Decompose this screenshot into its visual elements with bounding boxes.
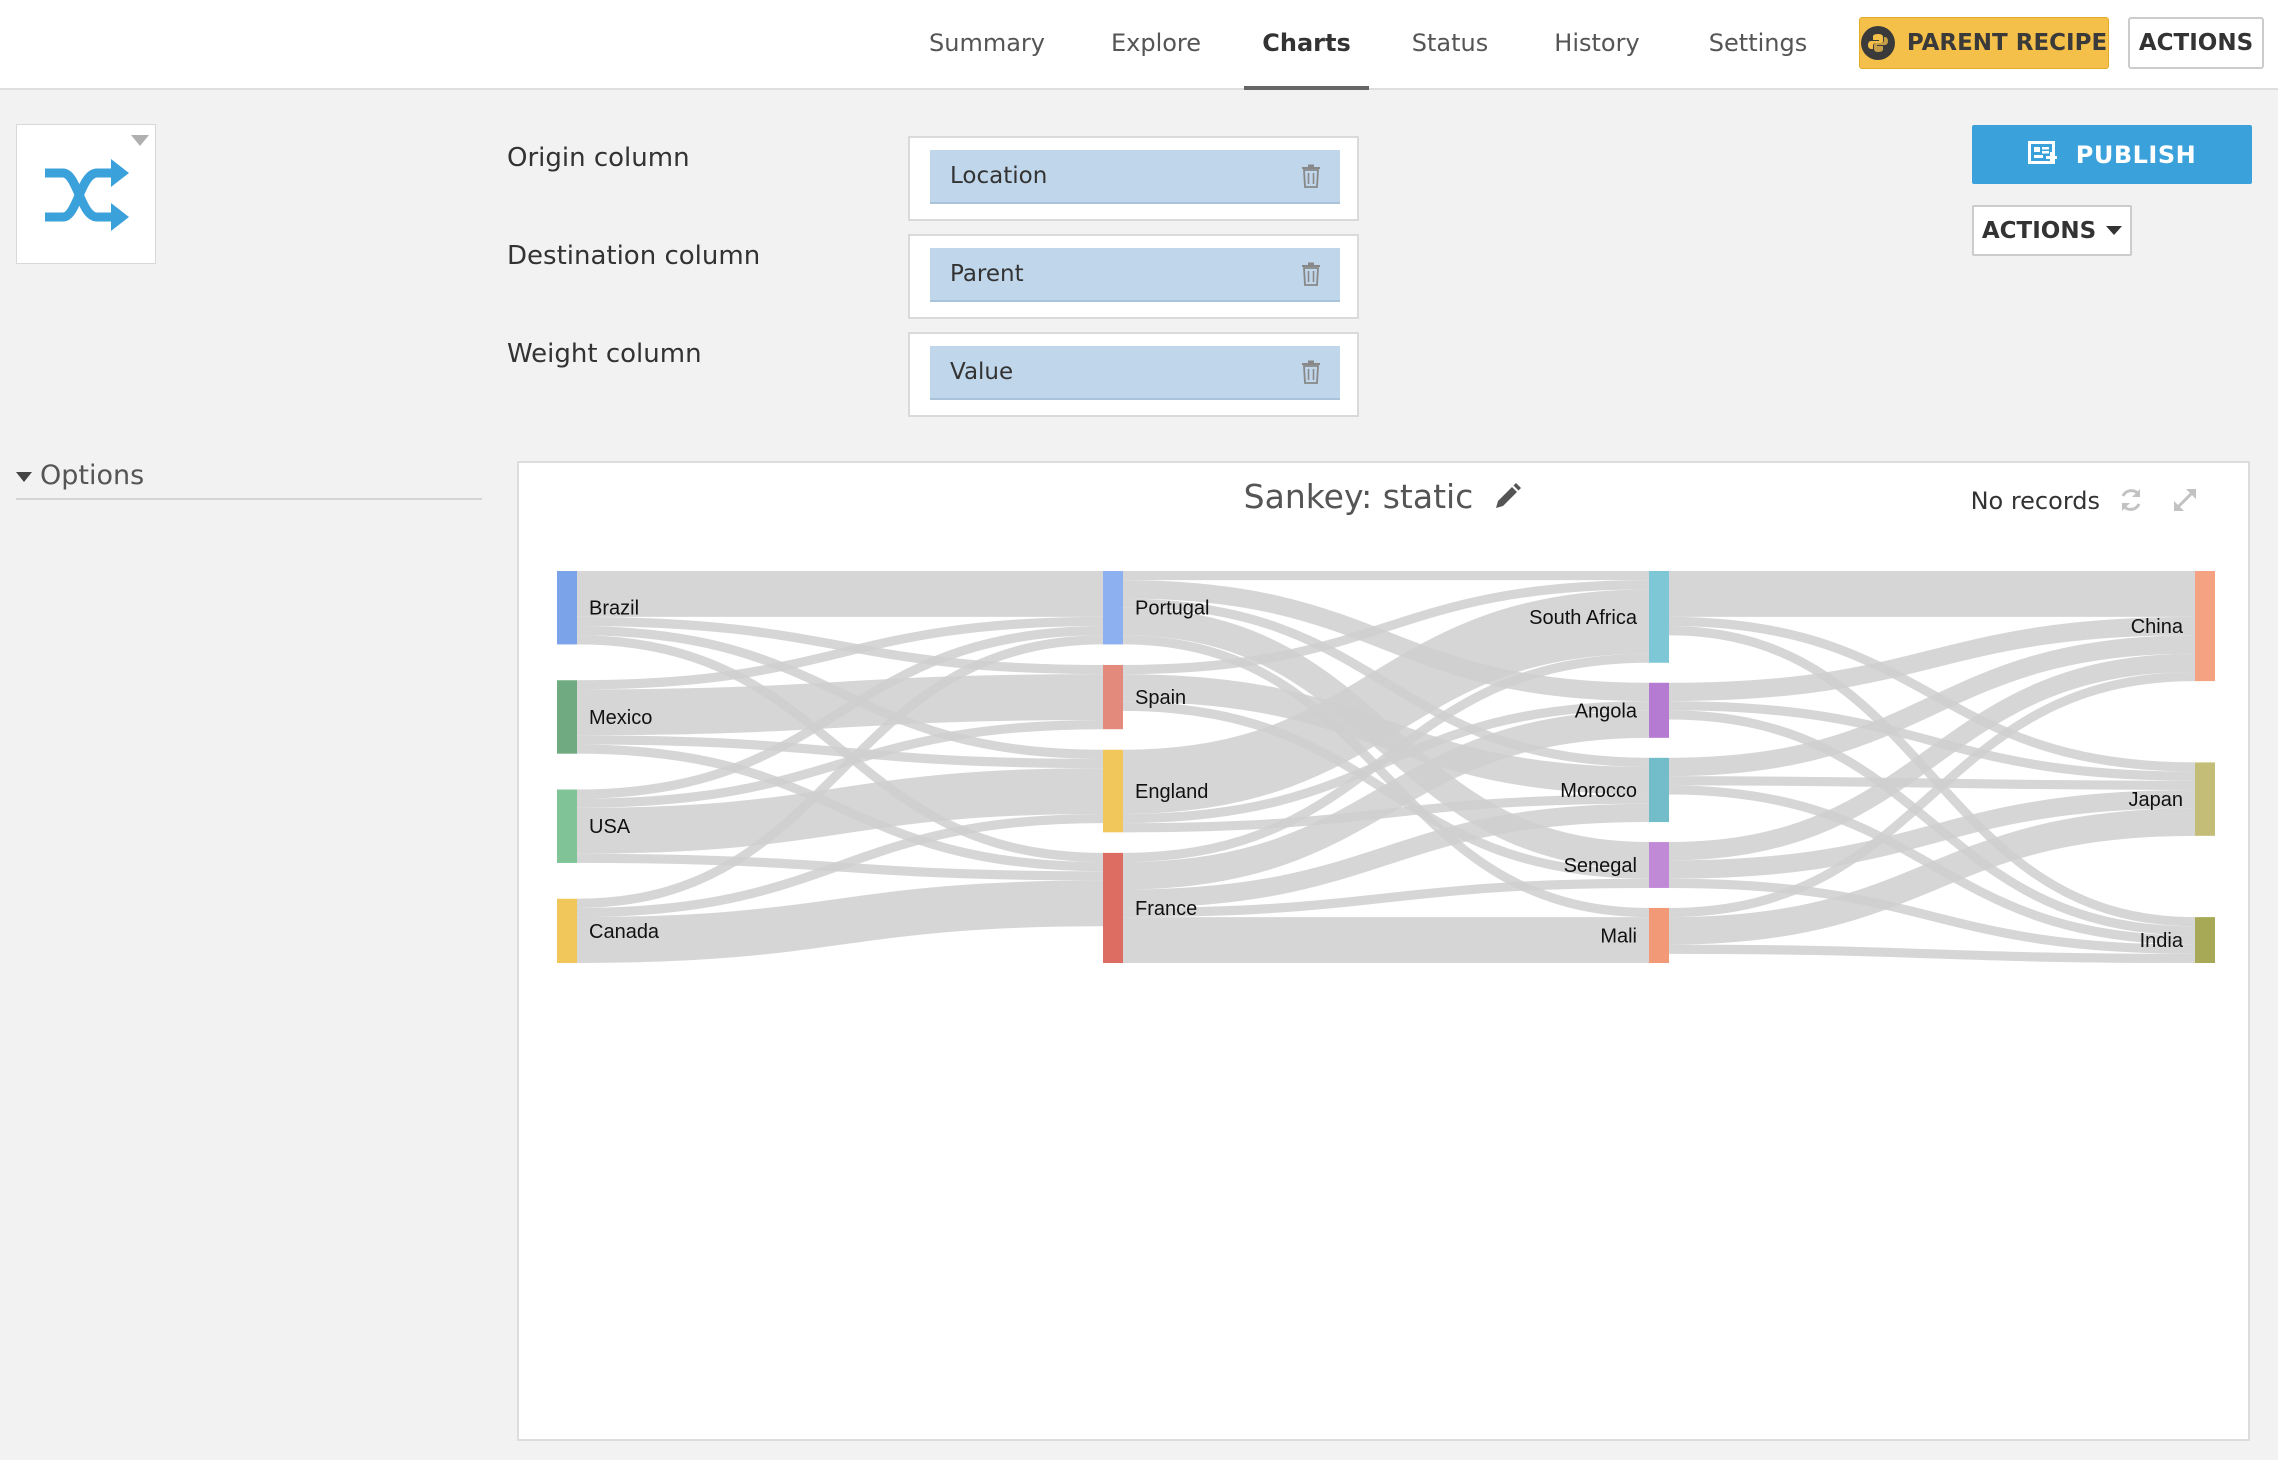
- actions-dropdown-button[interactable]: ACTIONS: [1972, 205, 2132, 256]
- top-navigation-bar: Summary Explore Charts Status History Se…: [0, 0, 2278, 90]
- sankey-links: [576, 570, 2196, 964]
- sankey-link-morocco-japan[interactable]: [1668, 776, 2196, 790]
- trash-icon[interactable]: [1300, 262, 1322, 286]
- sankey-label-mali: Mali: [1600, 925, 1637, 947]
- options-toggle[interactable]: Options: [16, 460, 482, 500]
- sankey-label-south-africa: South Africa: [1529, 607, 1638, 629]
- publish-label: PUBLISH: [2075, 140, 2197, 169]
- actions-button-top[interactable]: ACTIONS: [2128, 17, 2264, 69]
- sankey-node-mali[interactable]: [1649, 907, 1669, 963]
- sankey-label-spain: Spain: [1135, 687, 1186, 709]
- sankey-node-france[interactable]: [1103, 852, 1123, 963]
- sankey-label-india: India: [2140, 930, 2184, 952]
- sankey-label-france: France: [1135, 898, 1197, 920]
- trash-icon[interactable]: [1300, 360, 1322, 384]
- origin-column-value: Location: [950, 163, 1048, 189]
- sankey-node-england[interactable]: [1103, 749, 1123, 833]
- trash-icon[interactable]: [1300, 164, 1322, 188]
- sankey-node-spain[interactable]: [1103, 664, 1123, 730]
- tab-explore[interactable]: Explore: [1086, 0, 1226, 90]
- origin-column-pill[interactable]: Location: [930, 150, 1340, 204]
- chevron-down-icon[interactable]: [131, 135, 149, 146]
- options-label: Options: [40, 460, 145, 491]
- actions-label: ACTIONS: [1981, 217, 2097, 244]
- sankey-node-china[interactable]: [2195, 571, 2215, 682]
- sankey-label-japan: Japan: [2129, 789, 2184, 811]
- destination-column-pill[interactable]: Parent: [930, 248, 1340, 302]
- destination-column-dropzone[interactable]: Parent: [908, 234, 1359, 319]
- weight-column-value: Value: [950, 359, 1014, 385]
- sankey-label-england: England: [1135, 781, 1208, 803]
- parent-recipe-button[interactable]: PARENT RECIPE: [1859, 17, 2109, 69]
- tab-settings[interactable]: Settings: [1700, 0, 1816, 90]
- sankey-node-angola[interactable]: [1649, 682, 1669, 738]
- parent-recipe-label: PARENT RECIPE: [1906, 30, 2108, 56]
- sankey-node-usa[interactable]: [557, 789, 577, 863]
- sankey-label-angola: Angola: [1575, 700, 1638, 722]
- sankey-node-portugal[interactable]: [1103, 571, 1123, 645]
- tab-charts[interactable]: Charts: [1244, 0, 1369, 90]
- caret-down-icon: [2106, 226, 2123, 235]
- sankey-node-mexico[interactable]: [557, 680, 577, 754]
- sankey-node-japan[interactable]: [2195, 762, 2215, 836]
- sankey-label-canada: Canada: [589, 921, 660, 943]
- origin-column-dropzone[interactable]: Location: [908, 136, 1359, 221]
- weight-column-dropzone[interactable]: Value: [908, 332, 1359, 417]
- publish-button[interactable]: PUBLISH: [1972, 125, 2252, 184]
- destination-column-value: Parent: [950, 261, 1024, 287]
- sankey-label-china: China: [2131, 616, 2184, 638]
- sankey-label-usa: USA: [589, 816, 631, 838]
- python-icon: [1860, 26, 1895, 60]
- chart-panel: Sankey: static No records Brazil Mexico US…: [517, 461, 2250, 1441]
- weight-column-label: Weight column: [507, 339, 702, 369]
- sankey-label-portugal: Portugal: [1135, 598, 1210, 620]
- sankey-label-senegal: Senegal: [1564, 855, 1637, 877]
- sankey-node-senegal[interactable]: [1649, 842, 1669, 888]
- sankey-node-brazil[interactable]: [557, 571, 577, 645]
- sankey-label-mexico: Mexico: [589, 707, 652, 729]
- sankey-label-morocco: Morocco: [1560, 780, 1637, 802]
- tab-status[interactable]: Status: [1396, 0, 1504, 90]
- sankey-node-canada[interactable]: [557, 898, 577, 963]
- dashboard-add-icon: [2027, 140, 2057, 164]
- weight-column-pill[interactable]: Value: [930, 346, 1340, 400]
- sankey-node-india[interactable]: [2195, 917, 2215, 963]
- tab-summary[interactable]: Summary: [916, 0, 1058, 90]
- sankey-label-brazil: Brazil: [589, 598, 639, 620]
- sankey-node-morocco[interactable]: [1649, 757, 1669, 823]
- tab-history[interactable]: History: [1540, 0, 1654, 90]
- destination-column-label: Destination column: [507, 241, 761, 271]
- sankey-chart: Brazil Mexico USA Canada Portugal Spain Englan…: [557, 570, 2215, 964]
- origin-column-label: Origin column: [507, 143, 690, 173]
- sankey-node-south-africa[interactable]: [1649, 571, 1669, 663]
- chart-type-selector[interactable]: [16, 124, 156, 264]
- caret-down-icon: [16, 472, 32, 482]
